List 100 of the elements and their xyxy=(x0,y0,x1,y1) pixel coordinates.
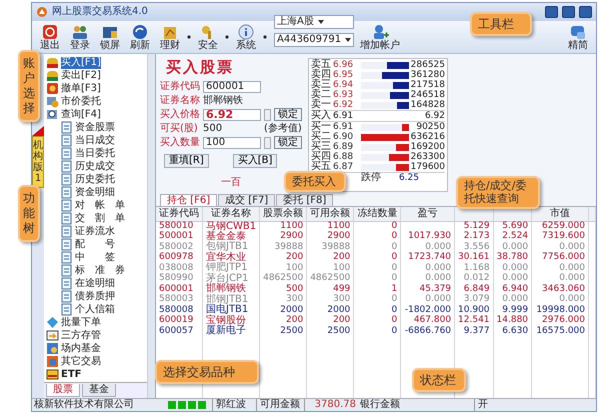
tree-item[interactable]: 中 签 xyxy=(44,251,147,264)
table-cell: 39888 xyxy=(306,242,354,252)
document-icon xyxy=(60,160,73,173)
maximize-button[interactable] xyxy=(562,6,575,18)
spinner[interactable] xyxy=(264,108,271,120)
tree-item[interactable]: 资金明细 xyxy=(44,186,147,199)
tab[interactable]: 委托 [F8] xyxy=(276,194,334,206)
tree-item[interactable]: 买入[F1] xyxy=(44,56,147,69)
toolbar-button[interactable]: 理财 xyxy=(156,24,184,51)
price-text: 6.91 xyxy=(333,122,354,132)
toolbar-button[interactable]: 系统 xyxy=(232,24,260,51)
column-header[interactable]: 股票余额 xyxy=(260,207,307,221)
level-label: 卖二 xyxy=(311,90,332,100)
table-cell: 600057 xyxy=(156,326,202,336)
toolbar-button[interactable]: 退出 xyxy=(36,24,64,51)
scrollbar[interactable] xyxy=(147,54,155,398)
toolbar-button[interactable]: 锁屏 xyxy=(96,24,124,51)
tree-item[interactable]: 查询[F4] xyxy=(44,108,147,121)
table-cell: 038008 xyxy=(156,263,202,274)
table-cell: 0.000 xyxy=(532,242,588,252)
sell-icon xyxy=(46,69,59,82)
toolbar-button[interactable]: 安全 xyxy=(194,24,222,51)
table-cell: 包钢JTB1 xyxy=(202,242,260,252)
amount-text: 一百 xyxy=(221,177,241,189)
column-header[interactable]: 证券名称 xyxy=(202,207,260,221)
tree-item[interactable]: 历史委托 xyxy=(44,173,147,186)
tree-item[interactable]: 配 号 xyxy=(44,238,147,251)
tree-item[interactable]: 当日成交 xyxy=(44,134,147,147)
tree-item[interactable]: 在途明细 xyxy=(44,277,147,290)
tree-item[interactable]: 资金股票 xyxy=(44,121,147,134)
level-label: 买一 xyxy=(311,122,332,132)
tree-item[interactable]: 个人信箱 xyxy=(44,303,147,316)
table-cell: 0 xyxy=(354,316,401,326)
tree-item[interactable]: 撤单[F3] xyxy=(44,82,147,95)
toolbar-button[interactable]: 登录 xyxy=(66,24,94,51)
table-cell: 0.000 xyxy=(400,274,455,284)
lock-button[interactable]: 锁定 xyxy=(274,136,302,149)
tree-item[interactable]: 卖出[F2] xyxy=(44,69,147,82)
table-cell: 基金金泰 xyxy=(202,232,260,242)
table-cell: -1802.000 xyxy=(400,305,455,316)
lock-button[interactable]: 锁定 xyxy=(274,108,302,121)
tree-item[interactable]: 批量下单 xyxy=(44,316,147,329)
tab[interactable]: 持仓 [F6] xyxy=(160,194,218,206)
document-icon xyxy=(60,251,73,264)
tree-item[interactable]: 市价委托 xyxy=(44,95,147,108)
tree-item[interactable]: 其它交易 xyxy=(44,355,147,368)
tree-item[interactable]: 债券质押 xyxy=(44,290,147,303)
callout: 委托买入 xyxy=(284,171,346,192)
volume-text: 217518 xyxy=(410,80,445,90)
tab[interactable]: 股票 xyxy=(46,384,80,397)
connection-icon xyxy=(168,401,208,409)
tree-item[interactable]: 对 帐 单 xyxy=(44,199,147,212)
table-cell: 厦新电子 xyxy=(202,326,260,336)
table-cell: 10.900 xyxy=(454,305,494,316)
toolbar-button[interactable]: 精简 xyxy=(564,24,592,51)
tree-item[interactable]: 证券流水 xyxy=(44,225,147,238)
tree-item[interactable]: 三方存管 xyxy=(44,329,147,342)
tree-item[interactable]: 当日委托 xyxy=(44,147,147,160)
buy-button[interactable]: 买入[B] xyxy=(232,154,278,168)
price-text: 6.87 xyxy=(333,162,354,172)
tree-item[interactable]: ETF xyxy=(44,368,147,381)
reset-button[interactable]: 重填[R] xyxy=(164,154,209,168)
document-icon xyxy=(60,199,73,212)
table-cell: 0.000 xyxy=(400,294,455,305)
level-label: 卖三 xyxy=(311,80,332,90)
tab[interactable]: 成交 [F7] xyxy=(218,194,276,206)
table-cell: 0 xyxy=(354,232,401,242)
minimize-button[interactable] xyxy=(545,6,558,18)
toolbar-button[interactable]: 增加帐户 xyxy=(356,24,404,51)
close-button[interactable] xyxy=(579,6,592,18)
spinner[interactable] xyxy=(264,136,271,148)
table-cell: 0.000 xyxy=(532,294,588,305)
side-tab[interactable]: 机构版1 xyxy=(32,136,44,188)
select-field[interactable]: 上海A股 xyxy=(274,15,354,29)
level-label: 卖四 xyxy=(311,70,332,80)
tree-item[interactable]: 历史成交 xyxy=(44,160,147,173)
table-cell: 茅台JCP1 xyxy=(202,274,260,284)
tree-item[interactable]: 场内基金 xyxy=(44,342,147,355)
tab[interactable]: 基金 xyxy=(82,384,116,397)
company-text: 核新软件技术有限公司 xyxy=(34,399,135,411)
select-field[interactable]: A443609791 xyxy=(274,33,354,47)
volume-text: 286525 xyxy=(410,60,445,70)
tree-item[interactable]: 标 准 券 xyxy=(44,264,147,277)
table-cell: 3.556 xyxy=(454,242,494,252)
table-cell: 580990 xyxy=(156,274,202,284)
document-icon xyxy=(60,238,73,251)
input-field[interactable]: 6.92 xyxy=(203,108,261,120)
column-header[interactable]: 证券代码 xyxy=(156,207,202,221)
toolbar-button[interactable]: 刷新 xyxy=(126,24,154,51)
column-header[interactable]: 可用余额 xyxy=(306,207,354,221)
column-header[interactable]: 市值 xyxy=(532,207,588,221)
tree-item[interactable]: 交 割 单 xyxy=(44,212,147,225)
column-header[interactable]: 盈亏 xyxy=(400,207,455,221)
input-field[interactable]: 100 xyxy=(203,136,261,148)
column-header[interactable]: 冻结数量 xyxy=(354,207,401,221)
table-cell: 4862500 xyxy=(260,274,307,284)
input-field[interactable]: 600001 xyxy=(203,80,261,92)
field-label: 可买(股) xyxy=(160,122,199,134)
level-label: 买入 xyxy=(311,111,332,121)
table-cell: 9.377 xyxy=(454,326,494,336)
